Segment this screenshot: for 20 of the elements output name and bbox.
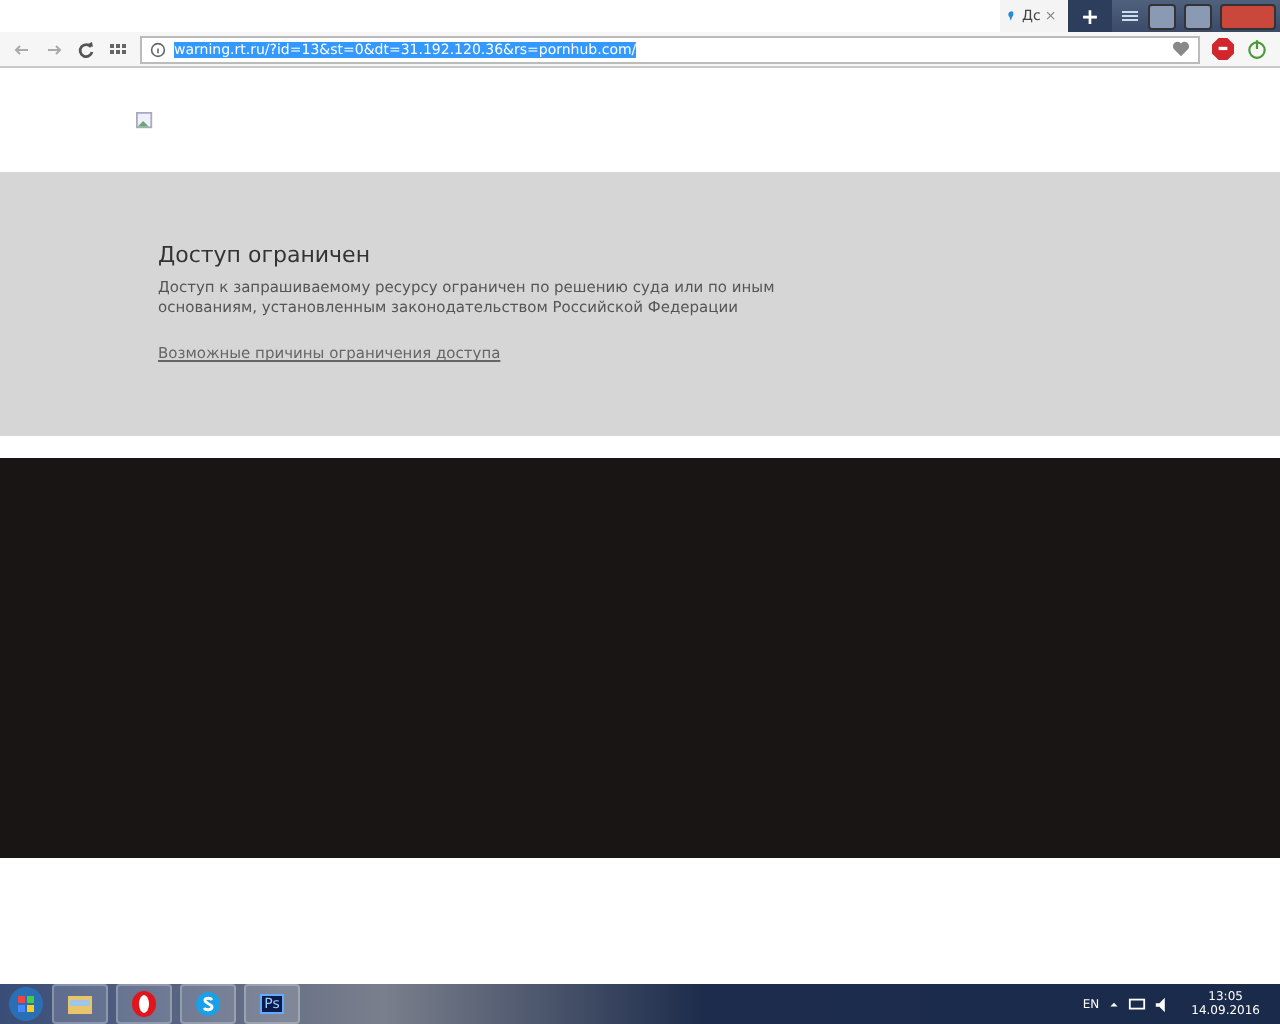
new-tab-button[interactable]: +	[1068, 0, 1112, 32]
site-icon	[1006, 8, 1018, 24]
caret-icon[interactable]	[1107, 998, 1120, 1010]
adblock-icon[interactable]	[1212, 38, 1234, 60]
grid-icon[interactable]	[108, 39, 128, 59]
power-icon[interactable]	[1246, 38, 1268, 60]
start-button[interactable]	[8, 986, 44, 1022]
folder-icon[interactable]	[52, 984, 108, 1024]
heart-icon[interactable]	[1172, 40, 1190, 58]
minimize-button[interactable]	[1148, 3, 1176, 29]
browser-icon[interactable]	[116, 984, 172, 1024]
close-window-button[interactable]	[1220, 3, 1276, 29]
menu-icon[interactable]	[1120, 6, 1140, 26]
reload-icon[interactable]	[76, 39, 96, 59]
maximize-button[interactable]	[1184, 3, 1212, 29]
broken-image-icon	[136, 111, 154, 129]
network-icon[interactable]	[1127, 995, 1146, 1013]
info-icon	[150, 41, 166, 57]
chat-app-icon[interactable]	[180, 984, 236, 1024]
notice-title: Доступ ограничен	[158, 241, 373, 268]
